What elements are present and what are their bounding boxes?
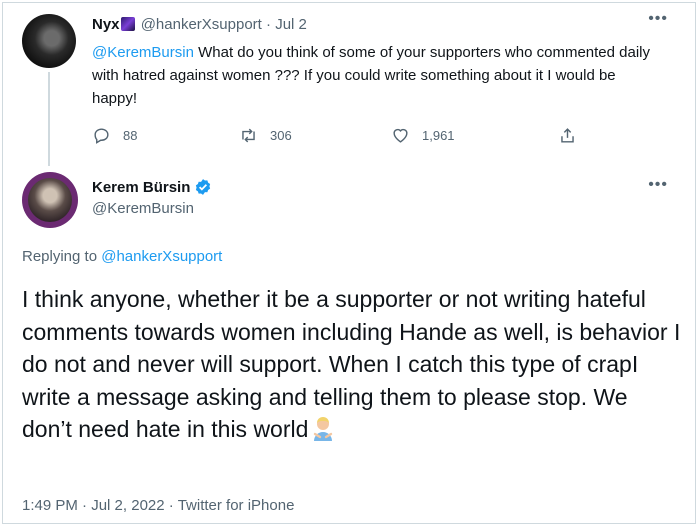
main-tweet-text: I think anyone, whether it be a supporte… xyxy=(22,283,682,446)
verified-badge-icon xyxy=(196,179,211,195)
tweet-source[interactable]: Twitter for iPhone xyxy=(178,497,295,514)
retweet-icon xyxy=(242,128,255,143)
person-gesturing-emoji xyxy=(314,417,333,441)
tweet-metadata: 1:49 PM · Jul 2, 2022 · Twitter for iPho… xyxy=(22,497,294,514)
avatar-nyx[interactable] xyxy=(22,14,76,68)
more-icon[interactable]: ••• xyxy=(648,10,668,28)
header-separator: · xyxy=(266,16,272,33)
avatar-photo xyxy=(28,178,72,222)
parent-display-name[interactable]: Nyx xyxy=(92,16,120,33)
replying-to-link[interactable]: @hankerXsupport xyxy=(101,248,222,265)
parent-tweet-text: @KeremBursin What do you think of some o… xyxy=(92,41,652,110)
tweet-date[interactable]: Jul 2, 2022 xyxy=(91,497,164,514)
parent-tweet-actions: 88 306 1,961 xyxy=(92,126,592,148)
galaxy-emoji-icon xyxy=(120,17,135,31)
share-button[interactable] xyxy=(558,126,589,145)
like-button[interactable]: 1,961 xyxy=(391,126,455,145)
meta-separator: · xyxy=(168,497,174,514)
parent-date[interactable]: Jul 2 xyxy=(275,16,307,33)
main-author-name-row: Kerem Bürsin xyxy=(92,178,212,196)
reply-icon xyxy=(94,128,109,144)
like-count: 1,961 xyxy=(422,128,455,143)
parent-tweet-header: Nyx @hankerXsupport · Jul 2 xyxy=(92,16,307,33)
retweet-count: 306 xyxy=(270,128,292,143)
retweet-button[interactable]: 306 xyxy=(239,126,292,145)
share-icon xyxy=(561,128,574,143)
replying-to-line: Replying to @hankerXsupport xyxy=(22,248,222,265)
thread-connector-line xyxy=(48,72,50,166)
replying-prefix: Replying to xyxy=(22,248,102,265)
reply-button[interactable]: 88 xyxy=(92,126,137,145)
main-display-name[interactable]: Kerem Bürsin xyxy=(92,179,190,196)
main-handle[interactable]: @KeremBursin xyxy=(92,200,194,217)
tweet-time[interactable]: 1:49 PM xyxy=(22,497,78,514)
avatar-kerem[interactable] xyxy=(22,172,78,228)
more-icon[interactable]: ••• xyxy=(648,176,668,194)
heart-icon xyxy=(393,128,408,143)
main-tweet-body: I think anyone, whether it be a supporte… xyxy=(22,286,681,442)
parent-handle[interactable]: @hankerXsupport xyxy=(141,16,262,33)
mention-link[interactable]: @KeremBursin xyxy=(92,44,194,61)
meta-separator: · xyxy=(82,497,88,514)
reply-count: 88 xyxy=(123,128,138,143)
